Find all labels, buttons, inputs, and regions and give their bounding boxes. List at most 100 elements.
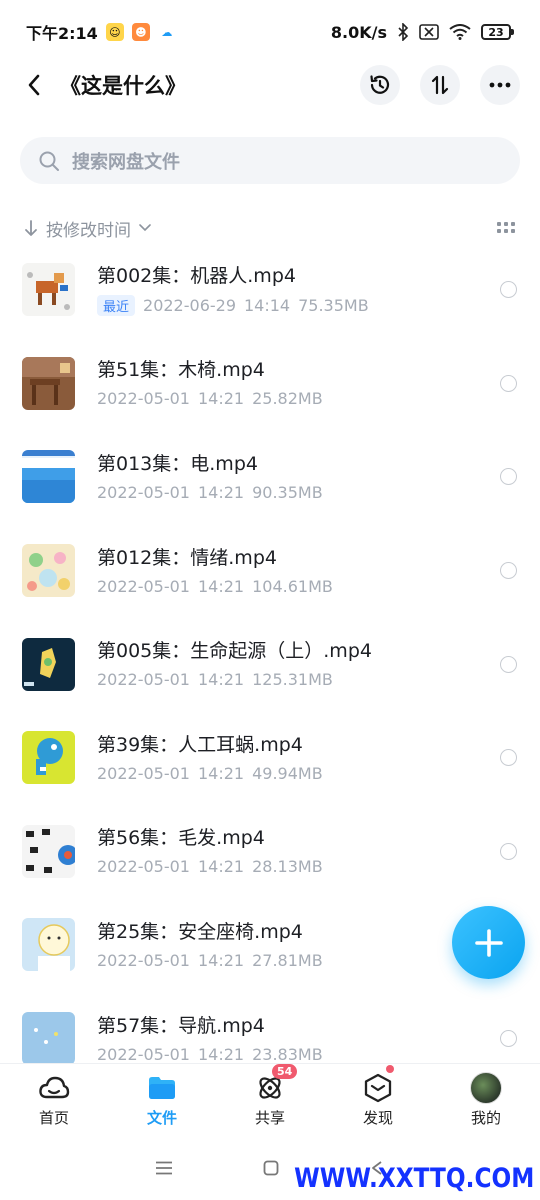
select-checkbox[interactable] [500,468,517,486]
share-count-badge: 54 [272,1063,298,1079]
select-checkbox[interactable] [500,842,517,860]
battery-level: 23 [481,24,511,40]
history-icon [370,75,390,94]
file-time: 14:21 [197,857,245,877]
search-placeholder: 搜索网盘文件 [72,151,180,173]
arrow-down-icon [25,220,37,236]
tab-share[interactable]: 54 共享 [216,1063,324,1135]
file-size: 125.31MB [252,670,333,690]
file-name: 第57集：导航.mp4 [97,1014,265,1037]
file-row[interactable]: 第002集：机器人.mp4 最近 2022-06-29 14:14 75.35M… [0,243,540,337]
watermark-text: WWW.XXTTQ.COM [293,1163,534,1194]
file-date: 2022-05-01 [97,857,190,877]
video-thumbnail [22,263,75,317]
sort-dropdown[interactable]: 按修改时间 [46,216,131,241]
file-time: 14:21 [197,576,245,596]
plus-icon [474,928,503,957]
grid-view-icon[interactable] [496,221,516,235]
transfer-button[interactable] [420,65,460,105]
video-thumbnail [22,637,75,691]
file-row[interactable]: 第013集：电.mp4 2022-05-01 14:21 90.35MB [0,430,540,524]
file-name: 第005集：生命起源（上）.mp4 [97,640,372,663]
file-date: 2022-05-01 [97,389,190,409]
video-thumbnail [22,1012,75,1063]
video-thumbnail [22,450,75,504]
file-time: 14:21 [197,389,245,409]
tab-profile[interactable]: 我的 [432,1064,540,1135]
file-name: 第002集：机器人.mp4 [97,264,296,287]
file-date: 2022-05-01 [97,576,190,596]
file-time: 14:14 [244,295,291,315]
file-name: 第39集：人工耳蜗.mp4 [97,733,303,756]
no-sim-icon [419,24,439,40]
bluetooth-icon [398,23,409,41]
select-checkbox[interactable] [500,374,517,392]
file-time: 14:21 [197,950,245,970]
file-time: 14:21 [197,1044,245,1063]
back-button[interactable] [20,65,48,105]
status-left: 下午2:14 ☺ ☻ ☁ [26,20,176,44]
bottom-tab-bar: 首页 文件 54 共享 发现 我的 [0,1063,540,1135]
tab-files[interactable]: 文件 [108,1064,216,1135]
menu-icon[interactable] [155,1161,173,1175]
video-thumbnail [22,356,75,410]
avatar [470,1071,502,1104]
select-checkbox[interactable] [500,1030,517,1048]
tab-label: 发现 [362,1108,393,1127]
file-name: 第51集：木椅.mp4 [97,359,265,382]
app-notification-icon: ☺ [105,23,124,41]
file-size: 27.81MB [252,950,323,970]
select-checkbox[interactable] [500,655,517,673]
header-actions [360,65,520,105]
tab-label: 共享 [254,1108,285,1127]
file-row[interactable]: 第39集：人工耳蜗.mp4 2022-05-01 14:21 49.94MB [0,711,540,805]
chevron-left-icon [28,74,40,96]
header: 《这是什么》 [0,60,540,110]
recent-badge: 最近 [97,294,136,316]
file-size: 25.82MB [252,389,323,409]
file-date: 2022-05-01 [97,482,190,502]
file-date: 2022-05-01 [97,670,190,690]
file-name: 第56集：毛发.mp4 [97,827,265,850]
tab-discover[interactable]: 发现 [324,1064,432,1135]
video-thumbnail [22,918,75,972]
file-name: 第013集：电.mp4 [97,452,258,475]
home-square-icon[interactable] [263,1160,279,1176]
add-button[interactable] [452,906,525,979]
file-row[interactable]: 第012集：情绪.mp4 2022-05-01 14:21 104.61MB [0,524,540,618]
file-row[interactable]: 第005集：生命起源（上）.mp4 2022-05-01 14:21 125.3… [0,617,540,711]
cloud-notification-icon: ☁ [161,25,173,39]
folder-icon [149,1076,175,1099]
history-button[interactable] [360,65,400,105]
more-button[interactable] [480,65,520,105]
transfer-icon [431,75,449,95]
tab-home[interactable]: 首页 [0,1064,108,1135]
video-thumbnail [22,544,75,598]
file-size: 28.13MB [252,857,323,877]
video-thumbnail [22,731,75,785]
more-icon [489,82,511,88]
search-bar[interactable]: 搜索网盘文件 [20,137,520,184]
file-time: 14:21 [197,482,245,502]
battery-icon: 23 [481,24,514,40]
cloud-icon [39,1076,70,1098]
app-notification-icon-2: ☻ [131,23,150,41]
file-size: 90.35MB [252,482,323,502]
chevron-down-icon [139,224,151,232]
page-title: 《这是什么》 [60,74,186,98]
file-time: 14:21 [197,763,245,783]
select-checkbox[interactable] [500,562,517,580]
file-date: 2022-06-29 [143,295,236,315]
file-row[interactable]: 第56集：毛发.mp4 2022-05-01 14:21 28.13MB [0,805,540,899]
file-row[interactable]: 第51集：木椅.mp4 2022-05-01 14:21 25.82MB [0,337,540,431]
search-icon [39,151,59,171]
tab-label: 首页 [38,1108,69,1127]
sort-row: 按修改时间 [24,212,516,244]
file-row[interactable]: 第57集：导航.mp4 2022-05-01 14:21 23.83MB [0,992,540,1063]
select-checkbox[interactable] [500,749,517,767]
status-right: 8.0K/s 23 [331,23,514,42]
file-size: 75.35MB [298,295,369,315]
file-size: 49.94MB [252,763,323,783]
select-checkbox[interactable] [500,281,517,299]
file-size: 104.61MB [252,576,333,596]
